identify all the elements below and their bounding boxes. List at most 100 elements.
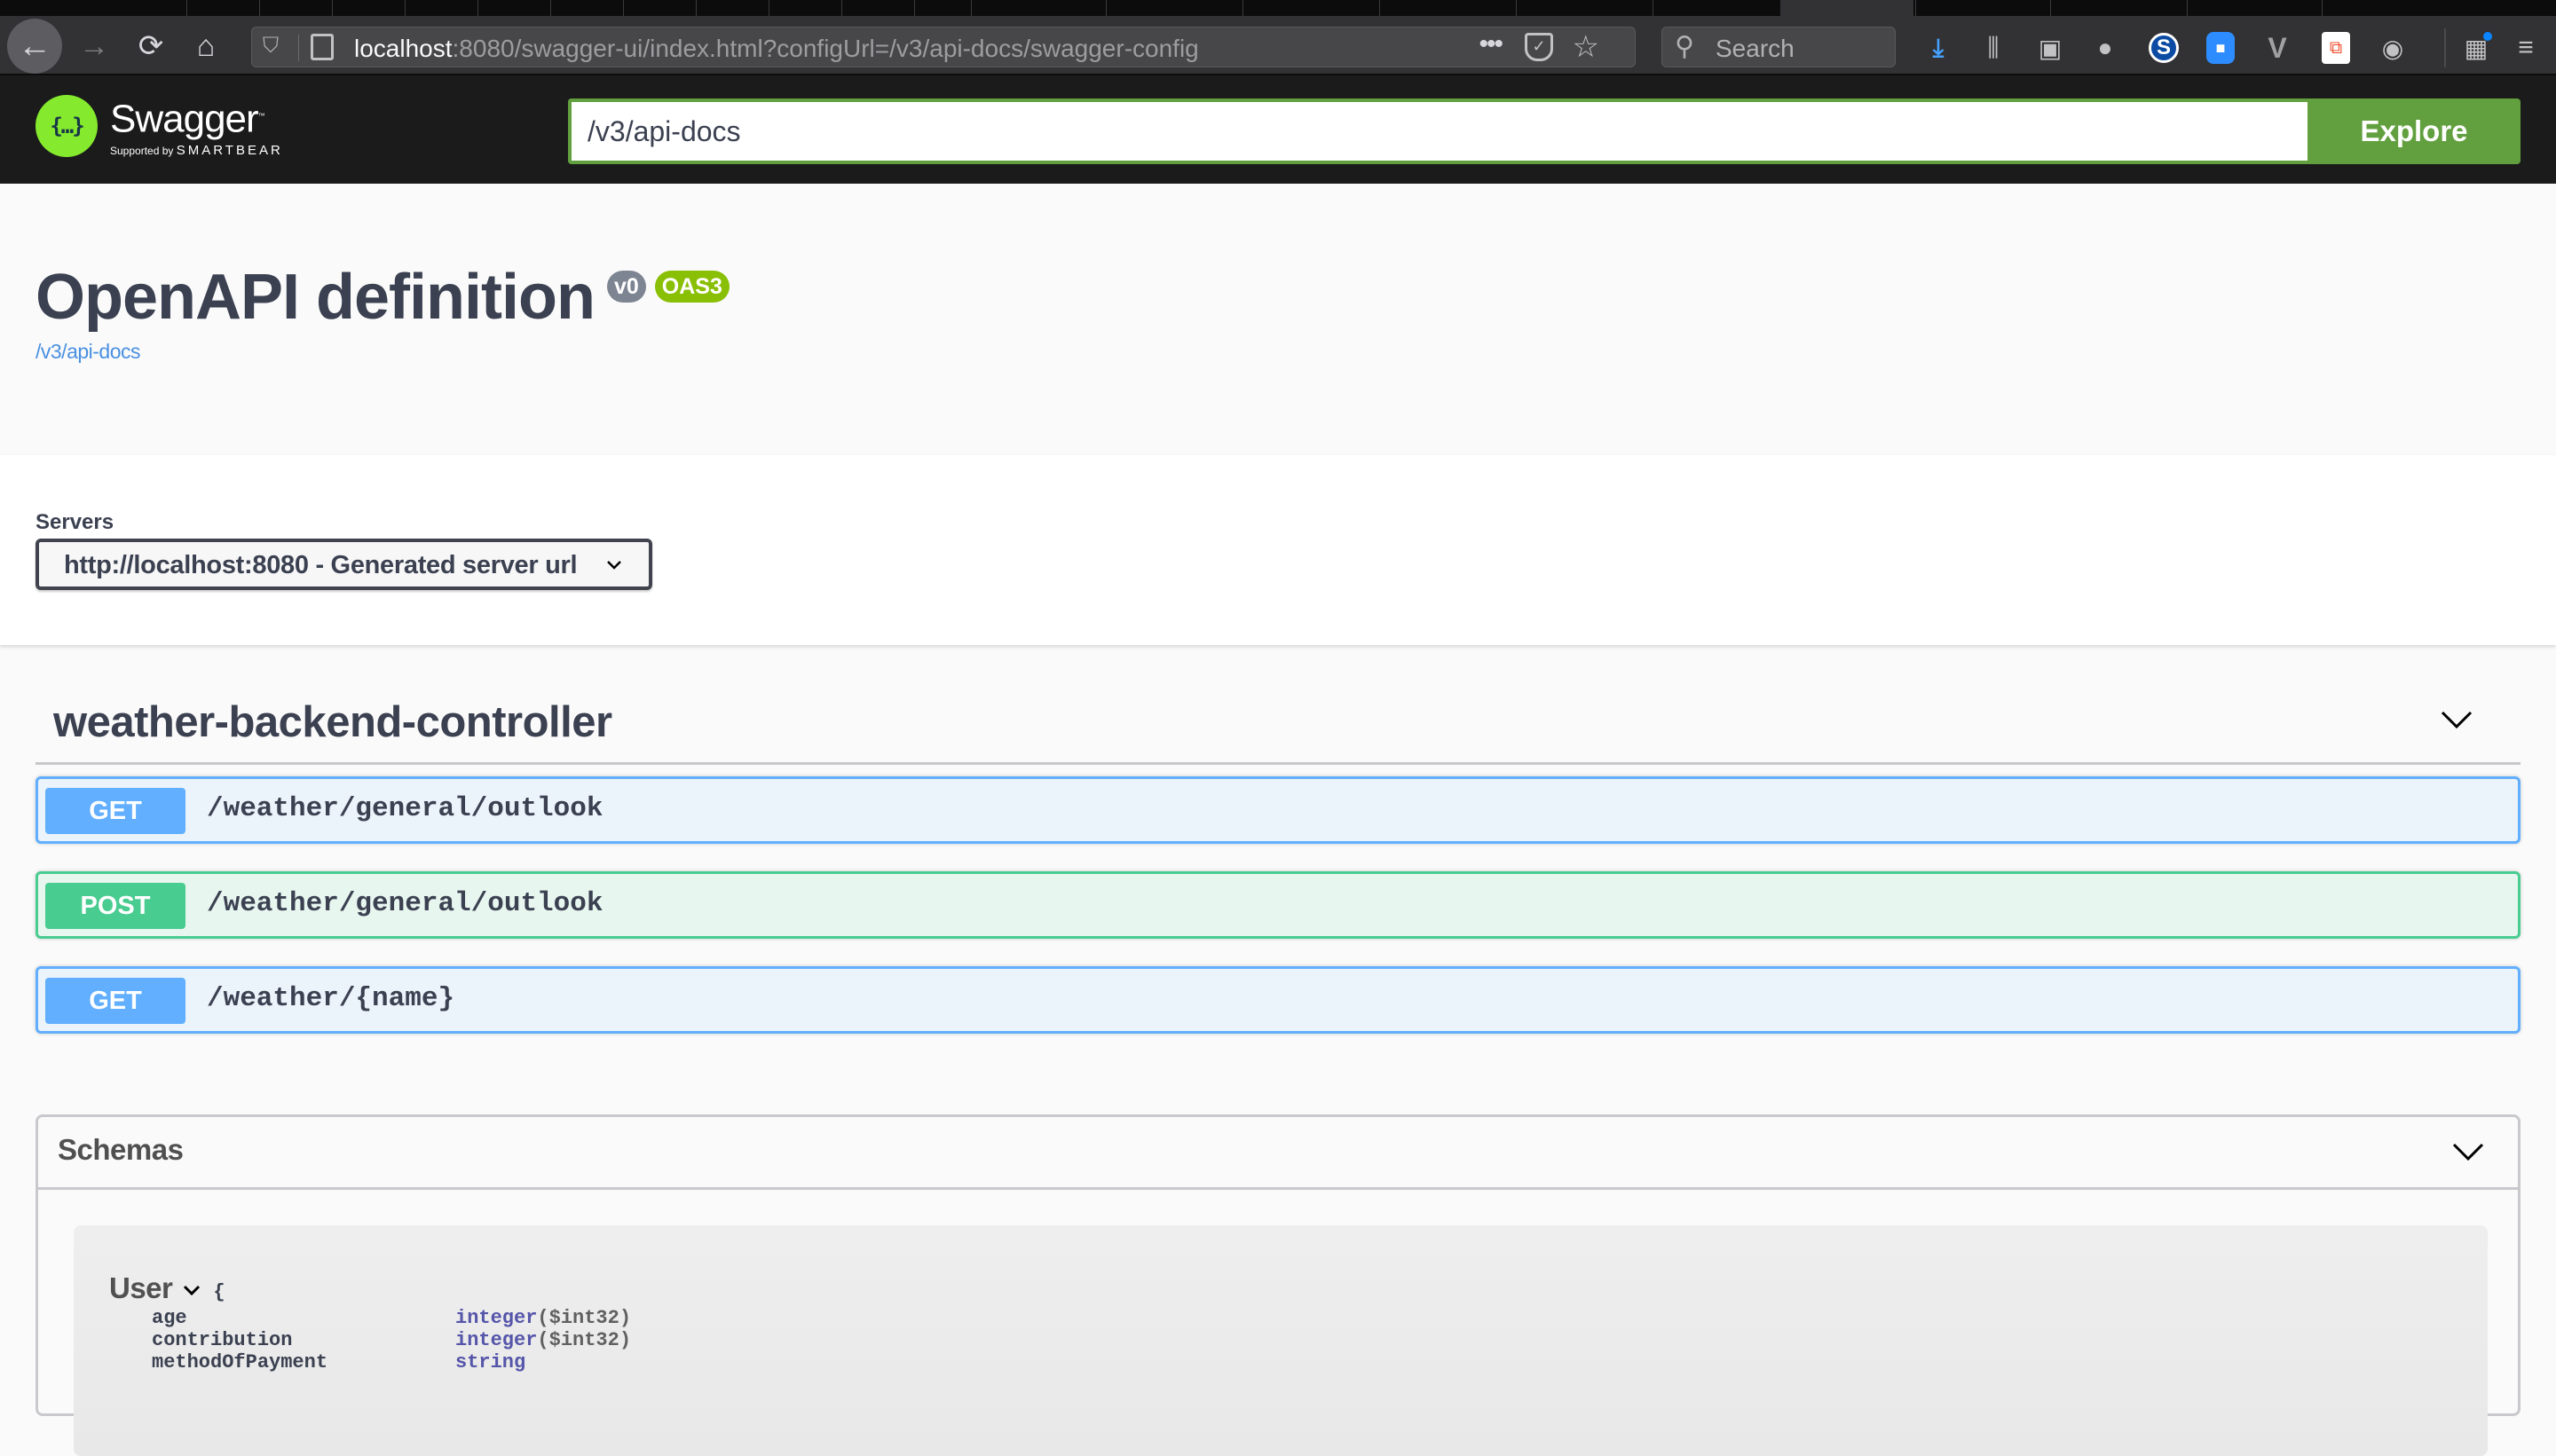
url-text[interactable]: localhost:8080/swagger-ui/index.html?con… [354,35,1199,63]
property-name: contribution [152,1329,293,1351]
method-badge: POST [45,883,185,929]
bookmark-star-icon[interactable]: ☆ [1573,29,1599,65]
notification-dot [2483,32,2492,41]
extension-s-icon[interactable]: S [2146,30,2181,66]
home-icon: ⌂ [196,28,216,63]
schemas-section: Schemas User { age integer($int32) contr… [36,1114,2520,1456]
search-icon: ⚲ [1675,32,1694,61]
browser-tab[interactable] [623,0,694,16]
extension-tree-icon[interactable]: ⧉ [2318,30,2354,66]
browser-search-box[interactable]: ⚲ Search [1661,27,1896,67]
browser-tab[interactable] [2322,0,2556,16]
sitemap-icon: ⧉ [2322,32,2350,64]
operation-get-weather-name[interactable]: GET /weather/{name} [36,966,2520,1034]
account-icon[interactable]: ◉ [2375,30,2410,66]
forward-button[interactable]: → [73,25,115,67]
swagger-logo-icon: {…} [36,95,98,157]
api-docs-link[interactable]: /v3/api-docs [36,340,141,364]
library-icon[interactable]: ⫼ [1976,30,2011,66]
operation-post-weather-general-outlook[interactable]: POST /weather/general/outlook [36,871,2520,939]
reload-button[interactable]: ⟳ [130,25,172,67]
browser-tab[interactable] [1516,0,1651,16]
servers-label: Servers [36,510,114,534]
browser-tab[interactable] [477,0,548,16]
browser-tab[interactable] [1915,0,2048,16]
browser-tab[interactable] [1106,0,1241,16]
browser-tab[interactable] [1653,0,1779,16]
browser-tab[interactable] [550,0,621,16]
explore-button[interactable]: Explore [2308,98,2520,164]
operation-get-weather-general-outlook[interactable]: GET /weather/general/outlook [36,776,2520,844]
operation-path: /weather/general/outlook [207,793,604,824]
whats-new-gift-icon[interactable]: ▦ [2458,30,2494,66]
pocket-icon[interactable]: ✓ [1525,33,1553,61]
hamburger-menu-icon[interactable]: ≡ [2508,30,2544,66]
page-actions-more-icon[interactable]: ••• [1479,29,1503,59]
api-info-section: OpenAPI definition v0 OAS3 /v3/api-docs [0,184,2556,455]
browser-tab[interactable] [186,0,257,16]
property-name: methodOfPayment [152,1351,328,1373]
type-format: ($int32) [537,1329,632,1351]
reload-icon: ⟳ [138,29,164,63]
browser-tab[interactable] [914,0,967,16]
search-placeholder: Search [1716,35,1795,62]
arrow-right-icon: → [79,28,109,63]
servers-select[interactable]: http://localhost:8080 - Generated server… [36,539,652,590]
browser-tab[interactable] [405,0,476,16]
oas-badge: OAS3 [654,271,730,303]
schemas-header[interactable]: Schemas [38,1117,2518,1190]
browser-tab[interactable] [2187,0,2320,16]
swagger-logo[interactable]: {…} Swagger™ Supported by SMARTBEAR [36,95,283,158]
chevron-down-icon [607,561,621,570]
video-camera-icon: ■ [2206,32,2235,64]
tracking-protection-shield-icon[interactable]: ⛉ [263,34,288,60]
browser-tab[interactable] [769,0,840,16]
browser-tab[interactable] [971,0,1104,16]
operation-path: /weather/{name} [207,983,455,1014]
spec-url-form: Explore [568,98,2520,164]
zoom-extension-icon[interactable]: ■ [2203,30,2238,66]
brand-name: Swagger [110,97,259,141]
page-title: OpenAPI definition [36,262,596,333]
property-type: integer($int32) [455,1329,631,1351]
method-badge: GET [45,788,185,834]
browser-tab[interactable] [1379,0,1514,16]
address-bar[interactable]: ⛉ localhost:8080/swagger-ui/index.html?c… [251,27,1636,67]
tag-section: weather-backend-controller GET /weather/… [36,683,2520,1034]
urlbar-separator [298,35,299,61]
servers-container: Servers http://localhost:8080 - Generate… [0,455,2556,645]
browser-tab[interactable] [841,0,912,16]
tag-header[interactable]: weather-backend-controller [36,683,2520,765]
chevron-down-icon[interactable] [2441,710,2473,729]
extension-v-icon[interactable]: V [2260,30,2295,66]
browser-tab-strip [0,0,2556,16]
downloads-icon[interactable]: ⤓ [1921,30,1956,66]
model-title[interactable]: User { [109,1271,225,1305]
home-button[interactable]: ⌂ [185,25,227,67]
version-badge: v0 [606,271,646,303]
page-info-icon[interactable] [311,34,334,60]
supported-by-label: Supported by [110,144,174,157]
browser-tab[interactable] [2050,0,2185,16]
type-name: integer [455,1307,538,1329]
sidebar-toggle-icon[interactable]: ▣ [2032,30,2068,66]
browser-toolbar: ← → ⟳ ⌂ ⛉ localhost:8080/swagger-ui/inde… [0,16,2556,75]
browser-tab[interactable] [259,0,330,16]
spec-url-input[interactable] [568,98,2308,164]
toolbar-divider [2444,28,2446,67]
trademark: ™ [257,112,265,120]
browser-tab[interactable] [1242,0,1377,16]
type-name: integer [455,1329,538,1351]
browser-tab[interactable] [696,0,767,16]
extension-molecule-icon[interactable]: ● [2087,30,2123,66]
open-brace: { [213,1280,225,1303]
browser-tab-active[interactable] [1780,0,1913,16]
browser-tab[interactable] [332,0,403,16]
back-button[interactable]: ← [7,19,62,74]
chevron-down-icon[interactable] [2452,1142,2484,1161]
chevron-down-icon[interactable] [183,1284,201,1296]
property-type: integer($int32) [455,1307,631,1329]
url-host: localhost [354,35,453,62]
type-name: string [455,1351,526,1373]
swagger-topbar: {…} Swagger™ Supported by SMARTBEAR Expl… [0,75,2556,184]
